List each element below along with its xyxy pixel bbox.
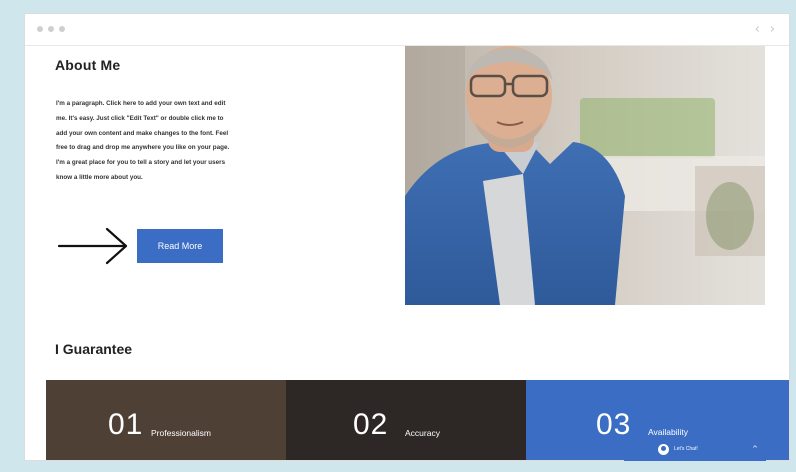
feature-accuracy: 02 Accuracy [286,380,526,460]
window-dot-icon [59,26,65,32]
read-more-button[interactable]: Read More [137,229,223,263]
back-icon[interactable]: ‹ [755,22,760,37]
feature-label: Accuracy [405,428,440,438]
profile-photo-illustration [405,46,765,305]
chat-label: Let's Chat! [674,446,698,452]
user-icon [658,443,669,455]
about-title: About Me [55,57,121,73]
arrow-right-icon [57,227,128,265]
browser-window: ‹ › About Me I'm a paragraph. Click here… [24,13,790,461]
window-dot-icon [37,26,43,32]
about-paragraph: I'm a paragraph. Click here to add your … [56,100,230,181]
window-dot-icon [48,26,54,32]
profile-photo [405,46,765,305]
guarantee-title: I Guarantee [55,341,133,357]
feature-number: 01 [108,408,144,441]
feature-number: 02 [353,408,389,441]
window-dots [37,26,65,32]
window-titlebar: ‹ › [25,14,789,46]
feature-label: Availability [648,427,689,437]
forward-icon[interactable]: › [770,22,775,37]
feature-professionalism: 01 Professionalism [46,380,286,460]
chevron-up-icon: ^ [752,445,758,453]
feature-label: Professionalism [151,428,211,438]
nav-arrows: ‹ › [755,22,775,37]
chat-widget[interactable]: Let's Chat! ^ [624,437,766,461]
